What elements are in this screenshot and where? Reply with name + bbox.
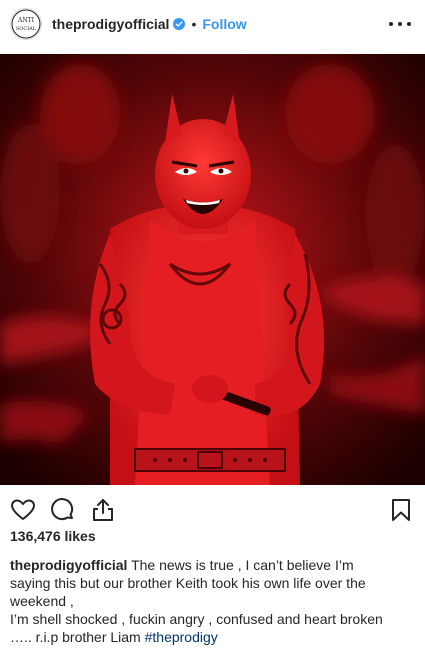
post-caption: theprodigyofficial The news is true , I … <box>10 556 415 646</box>
post-header: ANTI SOCIAL theprodigyofficial • Follow <box>0 0 425 48</box>
avatar[interactable]: ANTI SOCIAL <box>10 8 42 40</box>
comment-icon[interactable] <box>50 497 76 523</box>
caption-username[interactable]: theprodigyofficial <box>10 557 127 573</box>
avatar-text-bottom: SOCIAL <box>16 26 37 32</box>
caption-line-5: ….. r.i.p brother Liam #theprodigy <box>10 628 415 646</box>
separator-dot: • <box>191 16 197 32</box>
caption-text-1: The news is true , I can’t believe I’m <box>131 557 354 573</box>
username-link[interactable]: theprodigyofficial <box>52 16 169 32</box>
caption-line-4: I’m shell shocked , fuckin angry , confu… <box>10 611 383 627</box>
bookmark-icon[interactable] <box>388 497 414 523</box>
action-bar <box>0 491 425 531</box>
caption-line-1: theprodigyofficial The news is true , I … <box>10 556 415 574</box>
avatar-text-top: ANTI <box>17 17 35 24</box>
verified-badge-icon <box>173 18 186 30</box>
caption-line-2: saying this but our brother Keith took h… <box>10 575 366 591</box>
share-icon[interactable] <box>90 497 116 523</box>
caption-line-3: weekend , <box>10 593 74 609</box>
likes-count[interactable]: 136,476 likes <box>10 528 96 544</box>
header-text: theprodigyofficial • Follow <box>52 16 247 32</box>
caption-text-5: ….. r.i.p brother Liam <box>10 629 141 645</box>
follow-button[interactable]: Follow <box>202 16 246 32</box>
avatar-logo: ANTI SOCIAL <box>11 9 41 39</box>
heart-icon[interactable] <box>10 497 36 523</box>
post-image[interactable] <box>0 54 425 485</box>
more-options-icon[interactable] <box>389 14 411 34</box>
hashtag-link[interactable]: #theprodigy <box>145 629 218 645</box>
post-photo-art <box>0 54 425 485</box>
